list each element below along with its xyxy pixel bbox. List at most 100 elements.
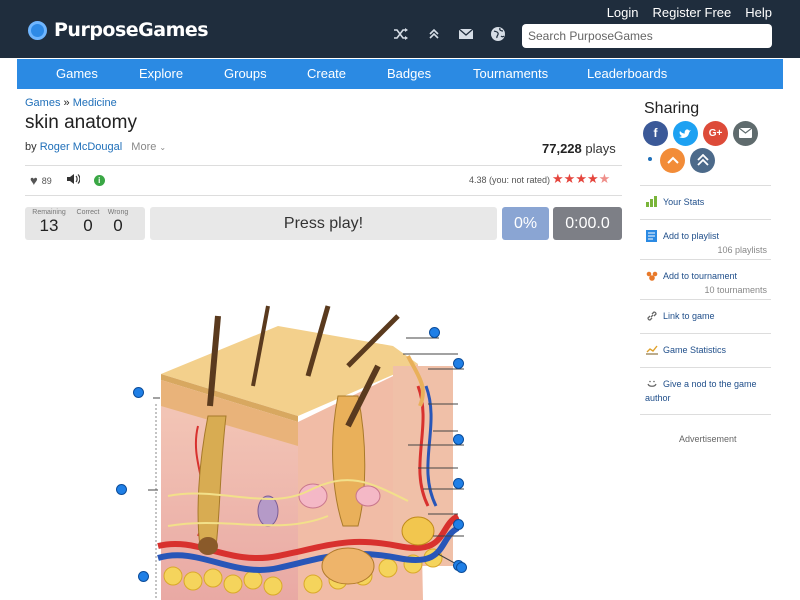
more-dropdown[interactable]: More ⌄ (131, 141, 166, 153)
author-byline: by Roger McDougal More ⌄ (25, 141, 166, 153)
star-icon[interactable]: ★ (599, 172, 611, 186)
nav-explore[interactable]: Explore (139, 66, 183, 81)
double-chevron-up-icon[interactable] (690, 148, 715, 173)
breadcrumb: Games » Medicine (25, 97, 117, 109)
sharing-title: Sharing (644, 100, 700, 117)
give-nod-label-author: author (645, 393, 671, 403)
logo-dot-icon (28, 20, 47, 40)
heart-icon[interactable]: ♥ (30, 173, 38, 188)
page-title: skin anatomy (25, 112, 137, 133)
press-play-button[interactable]: Press play! (150, 207, 497, 240)
author-link[interactable]: Roger McDougal (40, 141, 123, 153)
google-plus-icon[interactable]: G+ (703, 121, 728, 146)
more-label: More (131, 141, 157, 153)
star-icon[interactable]: ★ (564, 172, 576, 186)
shuffle-icon[interactable] (392, 26, 410, 44)
breadcrumb-separator: » (63, 97, 70, 109)
label-marker[interactable] (453, 434, 464, 445)
globe-icon[interactable] (489, 26, 507, 44)
link-to-game-label: Link to game (663, 311, 715, 321)
rating-text: 4.38 (you: not rated) (469, 175, 551, 185)
account-links: Login Register Free Help (607, 5, 772, 20)
nav-create[interactable]: Create (307, 66, 346, 81)
chevron-down-icon: ⌄ (159, 143, 167, 152)
plays-number: 77,228 (542, 141, 582, 156)
info-icon[interactable]: i (93, 175, 105, 186)
label-marker[interactable] (456, 562, 467, 573)
email-icon[interactable] (733, 121, 758, 146)
facebook-icon[interactable]: f (643, 121, 668, 146)
remaining-stat: Remaining 13 (31, 209, 67, 235)
playlist-count: 106 playlists (717, 245, 767, 255)
top-bar: PurposeGames Login Register Free Help (0, 0, 800, 58)
label-marker[interactable] (453, 478, 464, 489)
likes-count: 89 (41, 175, 52, 186)
twitter-icon[interactable] (673, 121, 698, 146)
give-nod-label: Give a nod to the game (663, 379, 757, 389)
divider (25, 195, 622, 196)
register-link[interactable]: Register Free (653, 5, 732, 20)
star-icon[interactable]: ★ (552, 172, 564, 186)
link-icon (646, 310, 658, 325)
quiz-actions: ♥ 89 i (30, 173, 105, 188)
sidebar-item-link-to-game[interactable]: Link to game (640, 299, 771, 333)
envelope-icon[interactable] (457, 26, 475, 44)
correct-value: 0 (83, 216, 93, 235)
star-icon[interactable]: ★ (575, 172, 587, 186)
star-icon[interactable]: ★ (587, 172, 599, 186)
search-input[interactable] (522, 24, 772, 48)
label-marker[interactable] (138, 571, 149, 582)
label-marker[interactable] (453, 519, 464, 530)
plays-count: 77,228 plays (542, 141, 616, 156)
nav-leaderboards[interactable]: Leaderboards (587, 66, 667, 81)
nav-tournaments[interactable]: Tournaments (473, 66, 548, 81)
label-marker[interactable] (116, 484, 127, 495)
login-link[interactable]: Login (607, 5, 639, 20)
advertisement-label: Advertisement (679, 434, 737, 444)
speaker-icon[interactable] (66, 173, 81, 188)
nav-groups[interactable]: Groups (224, 66, 267, 81)
sidebar: Sharing f G+ Your Stats Add to playlist … (640, 94, 771, 600)
correct-stat: Correct 0 (72, 209, 104, 235)
bar-chart-icon (646, 196, 658, 210)
sidebar-item-add-to-playlist[interactable]: Add to playlist 106 playlists (640, 219, 771, 259)
label-marker[interactable] (429, 327, 440, 338)
breadcrumb-medicine[interactable]: Medicine (73, 97, 117, 109)
sidebar-item-game-statistics[interactable]: Game Statistics (640, 333, 771, 367)
remaining-label: Remaining (32, 209, 66, 216)
sidebar-item-add-to-tournament[interactable]: Add to tournament 10 tournaments (640, 259, 771, 299)
game-statistics-label: Game Statistics (663, 345, 727, 355)
plays-label: plays (585, 141, 616, 156)
skin-diagram (48, 246, 608, 600)
breadcrumb-games[interactable]: Games (25, 97, 60, 109)
site-name: PurposeGames (54, 19, 209, 41)
label-marker[interactable] (453, 358, 464, 369)
playlist-icon (646, 230, 657, 245)
percent-score: 0% (502, 207, 549, 240)
upvote-icon[interactable] (660, 148, 685, 173)
nav-badges[interactable]: Badges (387, 66, 431, 81)
tournament-count: 10 tournaments (704, 285, 767, 295)
correct-label: Correct (76, 209, 100, 216)
add-to-tournament-label: Add to tournament (663, 271, 738, 281)
add-to-playlist-label: Add to playlist (663, 231, 720, 241)
label-marker[interactable] (133, 387, 144, 398)
by-label: by (25, 141, 37, 153)
bullet-icon (648, 157, 652, 161)
line-chart-icon (646, 344, 658, 358)
wrong-stat: Wrong 0 (103, 209, 133, 235)
divider (25, 165, 622, 166)
game-timer: 0:00.0 (553, 207, 622, 240)
main-nav: Games Explore Groups Create Badges Tourn… (17, 59, 783, 89)
your-stats-label: Your Stats (663, 197, 705, 207)
star-rating[interactable]: ★ ★ ★ ★ ★ (552, 172, 610, 186)
chevron-up-icon[interactable] (425, 26, 443, 44)
sidebar-item-your-stats[interactable]: Your Stats (640, 185, 771, 219)
help-link[interactable]: Help (745, 5, 772, 20)
sidebar-item-give-nod[interactable]: Give a nod to the game author (640, 367, 771, 415)
skin-cross-section-illustration (48, 246, 608, 600)
nav-games[interactable]: Games (56, 66, 98, 81)
site-logo[interactable]: PurposeGames (28, 19, 209, 41)
wrong-label: Wrong (107, 209, 129, 216)
remaining-value: 13 (39, 216, 59, 235)
